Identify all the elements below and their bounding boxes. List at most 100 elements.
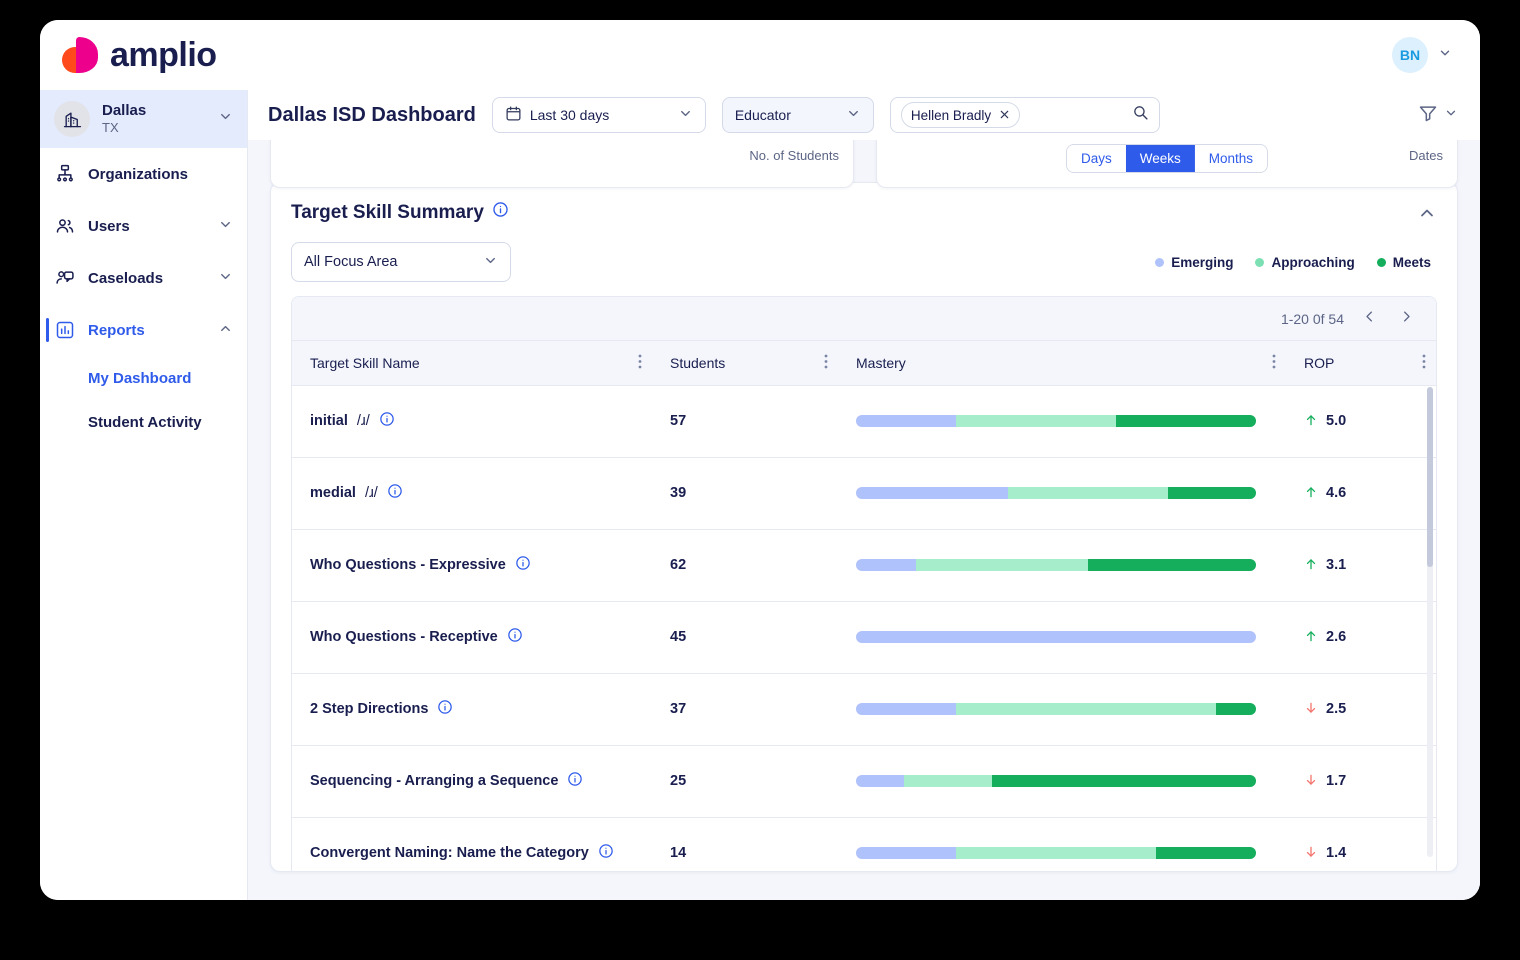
table-row[interactable]: 2 Step Directions 37 2.5 [292,673,1436,746]
search-icon[interactable] [1132,104,1149,126]
chevron-down-icon[interactable] [678,106,693,124]
column-menu-icon[interactable] [638,353,642,372]
skill-name: Convergent Naming: Name the Category [310,843,652,863]
column-label: Mastery [856,354,906,371]
skill-name: Who Questions - Expressive [310,555,652,575]
cell-skill: Sequencing - Arranging a Sequence [292,745,652,818]
amplio-logo-icon [62,35,102,75]
cell-mastery [838,601,1286,674]
mastery-bar [856,631,1256,643]
table-row[interactable]: Who Questions - Expressive 62 3.1 [292,529,1436,602]
info-icon[interactable] [515,555,531,575]
legend-label: Meets [1392,254,1431,270]
cell-rop: 3.1 [1286,529,1436,602]
cell-skill: initial /ɹ/ [292,385,652,458]
collapse-panel-button[interactable] [1417,201,1437,228]
table-row[interactable]: Convergent Naming: Name the Category 14 … [292,817,1436,871]
arrow-down-icon [1304,772,1318,791]
panel-title-text: Target Skill Summary [291,201,484,223]
summary-cards-row: No. of Students Days Weeks Months Dates [270,140,1458,188]
sidebar-item-reports[interactable]: Reports [40,304,247,356]
segment-days[interactable]: Days [1066,145,1126,172]
legend-item-emerging: Emerging [1155,255,1233,270]
chevron-up-icon[interactable] [218,321,233,340]
column-header-mastery[interactable]: Mastery [838,341,1286,386]
role-select[interactable]: Educator [721,97,874,133]
sidebar-subitem-student-activity[interactable]: Student Activity [40,400,247,444]
table-row[interactable]: Who Questions - Receptive 45 2.6 [292,601,1436,674]
skill-name: Who Questions - Receptive [310,627,652,647]
page-title: Dallas ISD Dashboard [268,103,476,126]
segment-weeks[interactable]: Weeks [1125,145,1195,172]
chevron-down-icon[interactable] [1444,106,1458,125]
sidebar-item-caseloads[interactable]: Caseloads [40,252,247,304]
chevron-down-icon[interactable] [483,253,498,272]
organizations-icon [54,164,76,184]
arrow-up-icon [1304,412,1318,431]
focus-area-select[interactable]: All Focus Area [291,242,511,282]
account-menu[interactable]: BN [1392,37,1452,73]
mastery-bar [856,415,1256,427]
legend-item-meets: Meets [1376,254,1431,270]
bar-segment-meets [1216,703,1256,715]
column-header-students[interactable]: Students [652,341,838,386]
chip-label: Hellen Bradly [910,107,992,123]
pagination-next-button[interactable] [1395,309,1418,328]
info-icon[interactable] [492,201,509,224]
legend-dot [1255,257,1265,267]
table-row[interactable]: initial /ɹ/ 57 5.0 [292,385,1436,458]
info-icon[interactable] [379,411,395,431]
bar-segment-meets [1168,487,1256,499]
column-header-rop[interactable]: ROP [1286,341,1436,386]
column-menu-icon[interactable] [1272,353,1276,372]
column-header-skill[interactable]: Target Skill Name [292,341,652,386]
bar-segment-emerging [856,703,956,715]
date-range-select[interactable]: Last 30 days [491,97,706,133]
column-menu-icon[interactable] [1422,353,1426,372]
advanced-filter-button[interactable] [1418,103,1458,128]
sidebar-subitem-my-dashboard[interactable]: My Dashboard [40,356,247,400]
info-icon[interactable] [507,627,523,647]
info-icon[interactable] [437,699,453,719]
selected-educator-chip[interactable]: Hellen Bradly [900,102,1021,128]
info-icon[interactable] [598,843,614,863]
skill-label: 2 Step Directions [310,701,429,717]
table-head: Target Skill Name Students Mastery ROP [292,341,1436,386]
segment-months[interactable]: Months [1194,145,1268,172]
avatar[interactable]: BN [1392,37,1428,73]
skill-label: Convergent Naming: Name the Category [310,845,589,861]
sidebar-item-organizations[interactable]: Organizations [40,148,247,200]
table-row[interactable]: medial /ɹ/ 39 4.6 [292,457,1436,530]
rop-value: 4.6 [1304,484,1436,503]
table-scrollbar[interactable] [1427,387,1433,857]
funnel-icon[interactable] [1418,103,1438,128]
rop-value: 2.6 [1304,628,1436,647]
chevron-down-icon[interactable] [218,109,233,129]
pagination-prev-button[interactable] [1358,309,1381,328]
info-icon[interactable] [567,771,583,791]
bar-segment-emerging [856,631,1256,643]
table-row[interactable]: Sequencing - Arranging a Sequence 25 1.7 [292,745,1436,818]
chevron-down-icon[interactable] [218,269,233,288]
org-switcher[interactable]: Dallas TX [40,90,247,148]
arrow-up-icon [1304,628,1318,647]
cell-students: 62 [652,529,838,602]
info-icon[interactable] [387,483,403,503]
bar-segment-meets [1088,559,1256,571]
chevron-down-icon[interactable] [846,106,861,124]
skill-label: initial [310,413,348,429]
legend-label: Emerging [1171,254,1234,270]
app-window: amplio BN Dallas TX Organizations Users … [40,20,1480,900]
chevron-down-icon[interactable] [218,217,233,236]
bar-segment-meets [992,775,1256,787]
column-menu-icon[interactable] [824,353,828,372]
sidebar-item-users[interactable]: Users [40,200,247,252]
cell-rop: 2.5 [1286,673,1436,746]
date-granularity-toggle[interactable]: Days Weeks Months [1065,144,1269,173]
search-input[interactable]: Hellen Bradly [889,97,1160,133]
close-icon[interactable] [999,108,1010,123]
amplio-logo[interactable]: amplio [62,35,217,75]
chevron-down-icon[interactable] [1438,46,1452,65]
cell-skill: medial /ɹ/ [292,457,652,530]
skill-label: Who Questions - Expressive [310,557,506,573]
